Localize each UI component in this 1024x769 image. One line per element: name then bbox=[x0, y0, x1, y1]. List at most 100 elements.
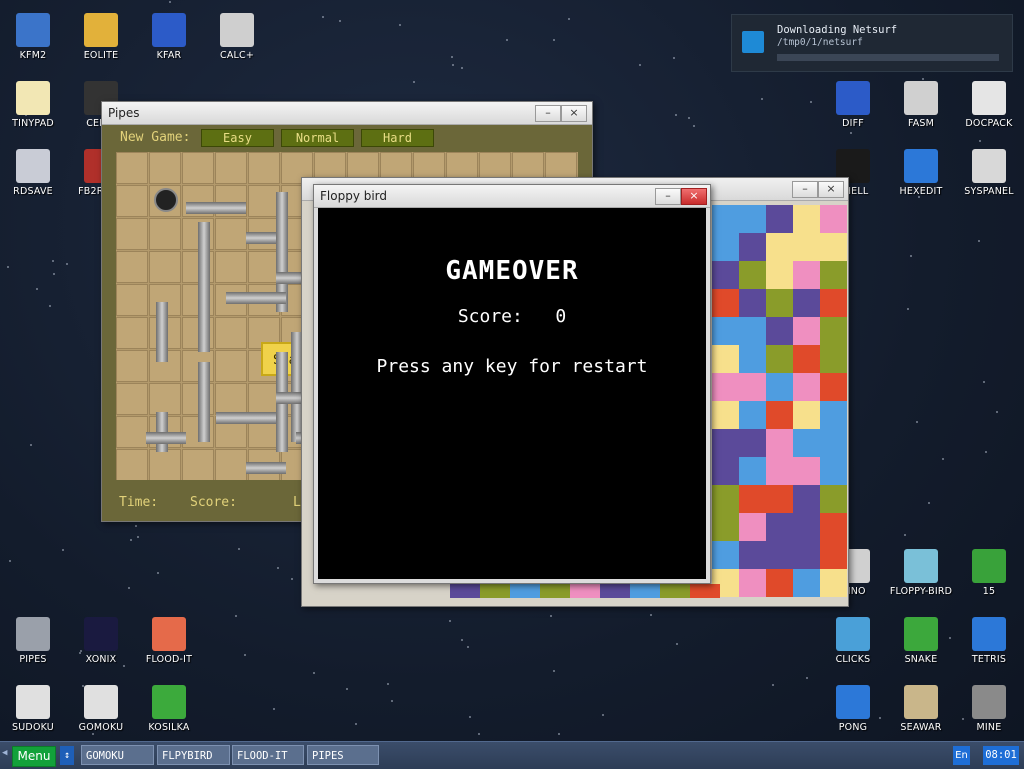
flood-cell[interactable] bbox=[820, 541, 847, 569]
flood-cell[interactable] bbox=[712, 485, 739, 513]
flood-cell[interactable] bbox=[766, 513, 793, 541]
task-gomoku[interactable]: GOMOKU bbox=[81, 745, 154, 765]
pipe-segment[interactable] bbox=[186, 202, 246, 214]
desktop-icon-seawar[interactable]: SEAWAR bbox=[889, 685, 953, 733]
desktop-icon-eolite[interactable]: EOLITE bbox=[69, 13, 133, 61]
flood-grid[interactable] bbox=[712, 205, 847, 597]
easy-button[interactable]: Easy bbox=[201, 129, 274, 147]
left-arrow-icon[interactable]: ◀ bbox=[2, 748, 7, 758]
desktop-icon-snake[interactable]: SNAKE bbox=[889, 617, 953, 665]
flood-cell[interactable] bbox=[793, 345, 820, 373]
minimize-button[interactable]: – bbox=[535, 105, 561, 122]
palette-color[interactable] bbox=[450, 584, 480, 598]
board-cell[interactable] bbox=[215, 152, 247, 184]
task-flpybird[interactable]: FLPYBIRD bbox=[157, 745, 230, 765]
hard-button[interactable]: Hard bbox=[361, 129, 434, 147]
flood-cell[interactable] bbox=[793, 569, 820, 597]
flood-cell[interactable] bbox=[793, 317, 820, 345]
desktop-icon-fasm[interactable]: FASM bbox=[889, 81, 953, 129]
flood-cell[interactable] bbox=[739, 429, 766, 457]
close-button[interactable]: × bbox=[561, 105, 587, 122]
pipe-segment[interactable] bbox=[146, 432, 186, 444]
palette-color[interactable] bbox=[480, 584, 510, 598]
flood-cell[interactable] bbox=[820, 373, 847, 401]
close-button[interactable]: × bbox=[681, 188, 707, 205]
desktop-icon-kfar[interactable]: KFAR bbox=[137, 13, 201, 61]
flood-cell[interactable] bbox=[820, 345, 847, 373]
flood-cell[interactable] bbox=[712, 289, 739, 317]
board-cell[interactable] bbox=[215, 218, 247, 250]
pipe-segment[interactable] bbox=[226, 292, 286, 304]
floppy-bird-window[interactable]: Floppy bird – × GAMEOVER Score: 0 Press … bbox=[313, 184, 711, 584]
flood-cell[interactable] bbox=[820, 317, 847, 345]
flood-cell[interactable] bbox=[820, 205, 847, 233]
flood-cell[interactable] bbox=[793, 485, 820, 513]
flood-cell[interactable] bbox=[766, 233, 793, 261]
flood-cell[interactable] bbox=[712, 345, 739, 373]
board-cell[interactable] bbox=[215, 449, 247, 480]
desktop-icon-diff[interactable]: DIFF bbox=[821, 81, 885, 129]
pipe-segment[interactable] bbox=[198, 222, 210, 352]
flood-cell[interactable] bbox=[793, 233, 820, 261]
flood-cell[interactable] bbox=[712, 261, 739, 289]
desktop-icon-clicks[interactable]: CLICKS bbox=[821, 617, 885, 665]
flood-cell[interactable] bbox=[766, 457, 793, 485]
flood-cell[interactable] bbox=[793, 429, 820, 457]
desktop-icon-calc-[interactable]: CALC+ bbox=[205, 13, 269, 61]
board-cell[interactable] bbox=[149, 383, 181, 415]
language-indicator[interactable]: En bbox=[953, 746, 970, 765]
flood-cell[interactable] bbox=[793, 457, 820, 485]
board-cell[interactable] bbox=[182, 449, 214, 480]
board-cell[interactable] bbox=[149, 218, 181, 250]
desktop-icon-flood-it[interactable]: FLOOD-IT bbox=[137, 617, 201, 665]
desktop-icon-15[interactable]: 15 bbox=[957, 549, 1021, 597]
bird-titlebar[interactable]: Floppy bird – × bbox=[314, 185, 710, 208]
flood-cell[interactable] bbox=[712, 233, 739, 261]
flood-cell[interactable] bbox=[820, 401, 847, 429]
desktop-icon-syspanel[interactable]: SYSPANEL bbox=[957, 149, 1021, 197]
flood-cell[interactable] bbox=[712, 541, 739, 569]
flood-cell[interactable] bbox=[820, 513, 847, 541]
flood-cell[interactable] bbox=[712, 513, 739, 541]
flood-cell[interactable] bbox=[739, 289, 766, 317]
palette-color[interactable] bbox=[690, 584, 720, 598]
palette-color[interactable] bbox=[630, 584, 660, 598]
pipe-segment[interactable] bbox=[246, 232, 276, 244]
flood-cell[interactable] bbox=[712, 317, 739, 345]
flood-cell[interactable] bbox=[820, 233, 847, 261]
menu-button[interactable]: Menu bbox=[12, 746, 56, 767]
flood-cell[interactable] bbox=[766, 485, 793, 513]
pipe-segment[interactable] bbox=[246, 462, 286, 474]
flood-cell[interactable] bbox=[739, 261, 766, 289]
task-pipes[interactable]: PIPES bbox=[307, 745, 379, 765]
desktop-icon-docpack[interactable]: DOCPACK bbox=[957, 81, 1021, 129]
desktop-icon-rdsave[interactable]: RDSAVE bbox=[1, 149, 65, 197]
flood-cell[interactable] bbox=[766, 373, 793, 401]
flood-cell[interactable] bbox=[820, 429, 847, 457]
flood-cell[interactable] bbox=[793, 289, 820, 317]
board-cell[interactable] bbox=[116, 383, 148, 415]
minimize-button[interactable]: – bbox=[792, 181, 818, 198]
flood-cell[interactable] bbox=[793, 373, 820, 401]
flood-cell[interactable] bbox=[793, 401, 820, 429]
flood-cell[interactable] bbox=[712, 205, 739, 233]
flood-cell[interactable] bbox=[820, 457, 847, 485]
flood-cell[interactable] bbox=[739, 401, 766, 429]
board-cell[interactable] bbox=[149, 251, 181, 283]
flood-cell[interactable] bbox=[766, 205, 793, 233]
flood-cell[interactable] bbox=[793, 541, 820, 569]
flood-cell[interactable] bbox=[766, 317, 793, 345]
board-cell[interactable] bbox=[215, 350, 247, 382]
download-notification[interactable]: Downloading Netsurf /tmp0/1/netsurf bbox=[731, 14, 1013, 72]
board-cell[interactable] bbox=[215, 383, 247, 415]
flood-cell[interactable] bbox=[793, 205, 820, 233]
flood-cell[interactable] bbox=[766, 569, 793, 597]
flood-cell[interactable] bbox=[739, 457, 766, 485]
flood-cell[interactable] bbox=[766, 429, 793, 457]
flood-cell[interactable] bbox=[712, 429, 739, 457]
clock[interactable]: 08:01 bbox=[983, 746, 1019, 765]
flood-cell[interactable] bbox=[793, 261, 820, 289]
board-cell[interactable] bbox=[215, 317, 247, 349]
flood-cell[interactable] bbox=[766, 541, 793, 569]
normal-button[interactable]: Normal bbox=[281, 129, 354, 147]
